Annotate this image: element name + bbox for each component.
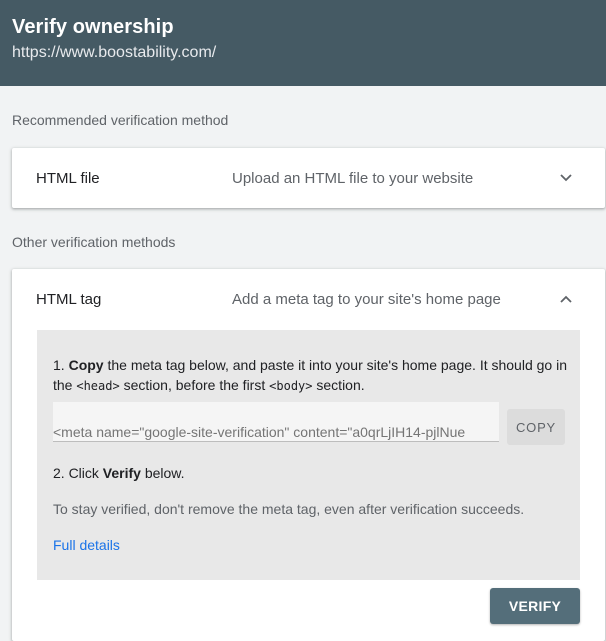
copy-button[interactable]: COPY: [507, 409, 565, 445]
html-tag-method-card: HTML tag Add a meta tag to your site's h…: [12, 269, 605, 641]
full-details-link[interactable]: Full details: [53, 537, 120, 553]
html-tag-method-description: Add a meta tag to your site's home page: [232, 291, 501, 308]
step-1-text: 1. Copy the meta tag below, and paste it…: [53, 355, 568, 396]
property-url: https://www.boostability.com/: [12, 44, 217, 61]
step-1-number: 1.: [53, 357, 65, 373]
html-file-method-description: Upload an HTML file to your website: [232, 170, 474, 187]
chevron-up-icon[interactable]: [558, 291, 574, 307]
page-header: Verify ownership https://www.boostabilit…: [0, 0, 606, 86]
html-file-method-header[interactable]: HTML file Upload an HTML file to your we…: [12, 148, 605, 208]
step-1-text-c: section.: [316, 377, 365, 393]
html-tag-method-title: HTML tag: [36, 291, 102, 308]
stay-verified-note: To stay verified, don't remove the meta …: [53, 501, 525, 517]
step-1-text-b: section, before the first: [123, 377, 266, 393]
step-2-prefix: 2. Click: [53, 465, 99, 481]
recommended-section-label: Recommended verification method: [12, 112, 229, 128]
step-2-bold: Verify: [102, 465, 141, 481]
html-tag-instructions-panel: 1. Copy the meta tag below, and paste it…: [37, 330, 580, 580]
step-2-text: 2. Click Verify below.: [53, 465, 185, 481]
step-1-bold: Copy: [68, 357, 104, 373]
verify-button[interactable]: VERIFY: [490, 588, 580, 624]
step-2-suffix: below.: [144, 465, 185, 481]
head-code: <head>: [76, 379, 120, 393]
html-file-method-card: HTML file Upload an HTML file to your we…: [12, 148, 605, 208]
chevron-down-icon[interactable]: [558, 170, 574, 186]
page-title: Verify ownership: [12, 16, 174, 38]
html-file-method-title: HTML file: [36, 170, 100, 187]
html-tag-method-header[interactable]: HTML tag Add a meta tag to your site's h…: [12, 269, 605, 329]
meta-tag-field[interactable]: <meta name="google-site-verification" co…: [53, 402, 499, 442]
other-section-label: Other verification methods: [12, 234, 176, 250]
body-code: <body>: [269, 379, 313, 393]
